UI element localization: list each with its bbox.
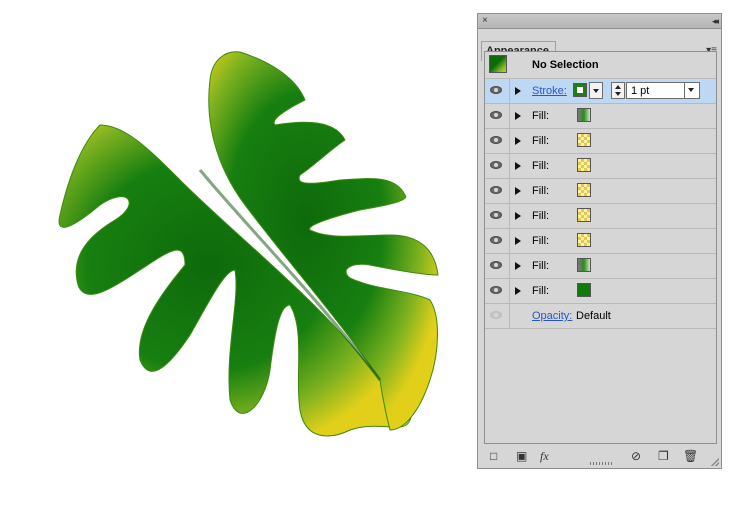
panel-titlebar[interactable]: × ◂◂ <box>478 14 721 29</box>
expand-triangle-icon[interactable] <box>515 87 521 95</box>
fill-pattern-swatch[interactable] <box>577 133 591 147</box>
expand-triangle-icon[interactable] <box>515 162 521 170</box>
expand-triangle-icon[interactable] <box>515 187 521 195</box>
fill-label: Fill: <box>532 135 550 147</box>
visibility-toggle[interactable] <box>485 304 510 328</box>
visibility-toggle[interactable] <box>485 179 510 203</box>
appearance-header: No Selection <box>485 52 716 79</box>
eye-icon[interactable] <box>490 211 502 219</box>
fill-row[interactable]: Fill: <box>485 129 716 154</box>
visibility-toggle[interactable] <box>485 129 510 153</box>
fill-row[interactable]: Fill: <box>485 254 716 279</box>
resize-grip[interactable] <box>590 462 612 465</box>
eye-icon[interactable] <box>490 186 502 194</box>
close-icon[interactable]: × <box>482 14 488 28</box>
fill-row[interactable]: Fill: <box>485 154 716 179</box>
eye-icon[interactable] <box>490 111 502 119</box>
appearance-panel: × ◂◂ Appearance ▾≡ No Selection Stroke: … <box>477 13 722 469</box>
opacity-label-link[interactable]: Opacity: <box>532 310 572 322</box>
fill-row[interactable]: Fill: <box>485 279 716 304</box>
expand-triangle-icon[interactable] <box>515 112 521 120</box>
clear-appearance-icon[interactable]: ⊘ <box>631 449 641 463</box>
eye-icon[interactable] <box>490 261 502 269</box>
opacity-row[interactable]: Opacity: Default <box>485 304 716 329</box>
stroke-color-dropdown[interactable] <box>589 82 603 99</box>
collapse-panel-icon[interactable]: ◂◂ <box>712 14 719 28</box>
visibility-toggle[interactable] <box>485 229 510 253</box>
trash-icon[interactable]: 🗑 <box>683 449 698 463</box>
selection-title: No Selection <box>532 59 599 71</box>
stroke-color-swatch[interactable] <box>573 83 587 97</box>
stroke-weight-stepper[interactable] <box>611 82 625 99</box>
visibility-toggle[interactable] <box>485 154 510 178</box>
visibility-toggle[interactable] <box>485 104 510 128</box>
fill-label: Fill: <box>532 260 550 272</box>
eye-icon[interactable] <box>490 311 502 319</box>
fill-solid-swatch[interactable] <box>577 283 591 297</box>
stroke-weight-field[interactable]: 1 pt <box>626 82 700 99</box>
fill-pattern-swatch[interactable] <box>577 183 591 197</box>
duplicate-item-icon[interactable]: ❐ <box>658 449 669 463</box>
fill-label: Fill: <box>532 235 550 247</box>
fill-row[interactable]: Fill: <box>485 204 716 229</box>
stroke-weight-dropdown[interactable] <box>684 83 699 98</box>
stepper-up-icon[interactable] <box>615 85 621 89</box>
fill-label: Fill: <box>532 210 550 222</box>
expand-triangle-icon[interactable] <box>515 262 521 270</box>
fx-icon[interactable]: fx <box>540 449 549 464</box>
fill-row[interactable]: Fill: <box>485 179 716 204</box>
fill-label: Fill: <box>532 110 550 122</box>
visibility-toggle[interactable] <box>485 79 510 103</box>
new-stroke-icon[interactable]: □ <box>490 449 497 463</box>
expand-triangle-icon[interactable] <box>515 212 521 220</box>
stroke-label-link[interactable]: Stroke: <box>532 85 567 97</box>
stroke-row[interactable]: Stroke: 1 pt <box>485 79 716 104</box>
fill-row[interactable]: Fill: <box>485 229 716 254</box>
fill-pattern-swatch[interactable] <box>577 233 591 247</box>
appearance-list: No Selection Stroke: 1 pt Fill: Fill: Fi… <box>484 51 717 444</box>
resize-corner[interactable] <box>711 458 719 466</box>
fill-pattern-swatch[interactable] <box>577 208 591 222</box>
new-fill-icon[interactable]: ▣ <box>516 449 527 463</box>
stepper-down-icon[interactable] <box>615 92 621 96</box>
fill-label: Fill: <box>532 285 550 297</box>
fill-row[interactable]: Fill: <box>485 104 716 129</box>
fill-gradient-swatch[interactable] <box>577 258 591 272</box>
expand-triangle-icon[interactable] <box>515 287 521 295</box>
eye-icon[interactable] <box>490 286 502 294</box>
expand-triangle-icon[interactable] <box>515 137 521 145</box>
eye-icon[interactable] <box>490 161 502 169</box>
fill-gradient-swatch[interactable] <box>577 108 591 122</box>
panel-bottom-toolbar: □ ▣ fx ⊘ ❐ 🗑 <box>478 445 721 467</box>
expand-triangle-icon[interactable] <box>515 237 521 245</box>
fill-label: Fill: <box>532 160 550 172</box>
visibility-toggle[interactable] <box>485 204 510 228</box>
eye-icon[interactable] <box>490 236 502 244</box>
fill-label: Fill: <box>532 185 550 197</box>
stroke-weight-value: 1 pt <box>631 85 650 97</box>
visibility-toggle[interactable] <box>485 279 510 303</box>
eye-icon[interactable] <box>490 136 502 144</box>
fill-pattern-swatch[interactable] <box>577 158 591 172</box>
visibility-toggle[interactable] <box>485 254 510 278</box>
selection-thumbnail <box>489 55 507 73</box>
opacity-value: Default <box>576 310 611 322</box>
eye-icon[interactable] <box>490 86 502 94</box>
